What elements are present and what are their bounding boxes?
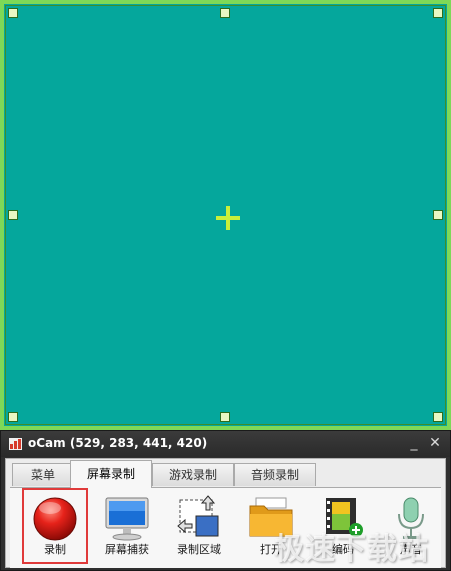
toolbar: 录制 屏幕捕获 录制区域 打开 编码 声音 xyxy=(10,487,441,568)
minimize-button[interactable]: _ xyxy=(405,434,423,452)
title-bar[interactable]: oCam (529, 283, 441, 420) _ ✕ xyxy=(1,431,450,457)
monitor-icon xyxy=(105,497,149,541)
tab-audio-record[interactable]: 音频录制 xyxy=(234,463,316,486)
record-button[interactable]: 录制 xyxy=(22,488,88,564)
resize-handle-bottom-center[interactable] xyxy=(220,412,230,422)
capture-region[interactable] xyxy=(0,0,451,430)
record-region-label: 录制区域 xyxy=(177,543,221,556)
tab-menu[interactable]: 菜单 xyxy=(12,463,74,486)
tab-game-record[interactable]: 游戏录制 xyxy=(152,463,234,486)
resize-handle-middle-left[interactable] xyxy=(8,210,18,220)
resize-handle-middle-right[interactable] xyxy=(433,210,443,220)
codec-label: 编码 xyxy=(332,543,354,556)
sound-button[interactable]: 声音 xyxy=(378,488,444,564)
control-panel: 菜单 屏幕录制 游戏录制 音频录制 录制 屏幕捕获 录制区域 打开 编码 声音 xyxy=(5,458,446,568)
resize-handle-bottom-right[interactable] xyxy=(433,412,443,422)
record-label: 录制 xyxy=(44,543,66,556)
open-button[interactable]: 打开 xyxy=(238,488,304,564)
ocam-app-icon xyxy=(9,438,22,450)
resize-handle-top-left[interactable] xyxy=(8,8,18,18)
record-icon xyxy=(33,497,77,541)
screen-capture-button[interactable]: 屏幕捕获 xyxy=(94,488,160,564)
tab-screen-record[interactable]: 屏幕录制 xyxy=(70,460,152,488)
screen-capture-label: 屏幕捕获 xyxy=(105,543,149,556)
record-region-button[interactable]: 录制区域 xyxy=(166,488,232,564)
open-label: 打开 xyxy=(260,543,282,556)
resize-handle-bottom-left[interactable] xyxy=(8,412,18,422)
window-title: oCam (529, 283, 441, 420) xyxy=(28,436,208,450)
close-button[interactable]: ✕ xyxy=(426,434,444,452)
codec-button[interactable]: 编码 xyxy=(310,488,376,564)
codec-film-icon xyxy=(326,498,363,537)
sound-label: 声音 xyxy=(400,543,422,556)
resize-handle-top-center[interactable] xyxy=(220,8,230,18)
microphone-icon xyxy=(398,497,424,539)
resize-handle-top-right[interactable] xyxy=(433,8,443,18)
move-crosshair-icon[interactable] xyxy=(216,206,240,230)
folder-icon xyxy=(249,497,293,537)
resize-region-icon xyxy=(177,495,219,537)
ocam-window: oCam (529, 283, 441, 420) _ ✕ 菜单 屏幕录制 游戏… xyxy=(0,430,451,571)
